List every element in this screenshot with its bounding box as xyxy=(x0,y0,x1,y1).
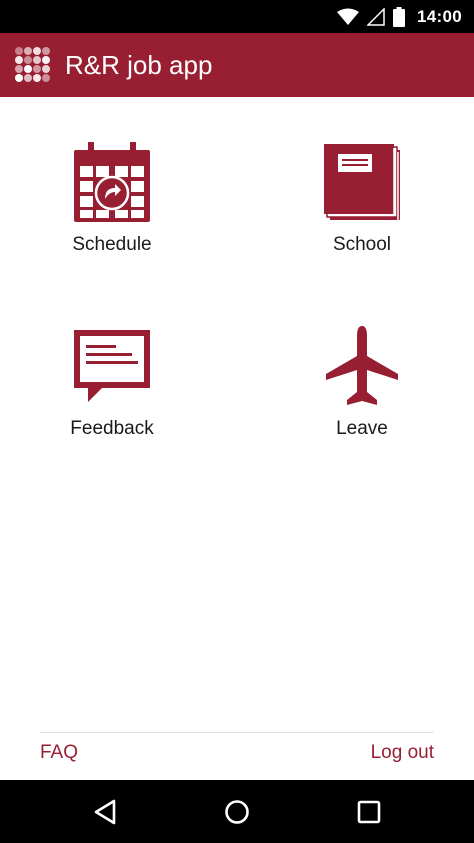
schedule-label: Schedule xyxy=(72,234,152,255)
schedule-tile[interactable]: Schedule xyxy=(12,142,212,256)
home-icon[interactable] xyxy=(223,798,251,826)
wifi-icon xyxy=(337,8,360,25)
dot-grid-logo xyxy=(15,47,50,82)
status-time: 14:00 xyxy=(417,6,462,26)
school-label: School xyxy=(332,234,392,255)
footer-divider xyxy=(40,732,434,733)
calendar-icon xyxy=(74,142,150,222)
recents-icon[interactable] xyxy=(355,798,383,826)
airplane-icon xyxy=(326,326,398,405)
battery-icon xyxy=(393,6,406,27)
leave-label: Leave xyxy=(336,418,388,439)
faq-link[interactable]: FAQ xyxy=(40,742,78,764)
back-icon[interactable] xyxy=(92,798,120,826)
feedback-label: Feedback xyxy=(70,418,154,439)
nav-bar xyxy=(0,780,474,843)
feedback-tile[interactable]: Feedback xyxy=(12,326,212,440)
logout-link[interactable]: Log out xyxy=(371,742,434,764)
cell-signal-icon xyxy=(367,7,385,26)
book-icon xyxy=(324,144,400,220)
app-bar: R&R job app xyxy=(0,33,474,97)
school-tile[interactable]: School xyxy=(262,142,462,256)
status-bar: 14:00 xyxy=(0,0,474,33)
leave-tile[interactable]: Leave xyxy=(262,326,462,440)
feedback-icon xyxy=(74,330,150,402)
app-title: R&R job app xyxy=(65,49,213,80)
